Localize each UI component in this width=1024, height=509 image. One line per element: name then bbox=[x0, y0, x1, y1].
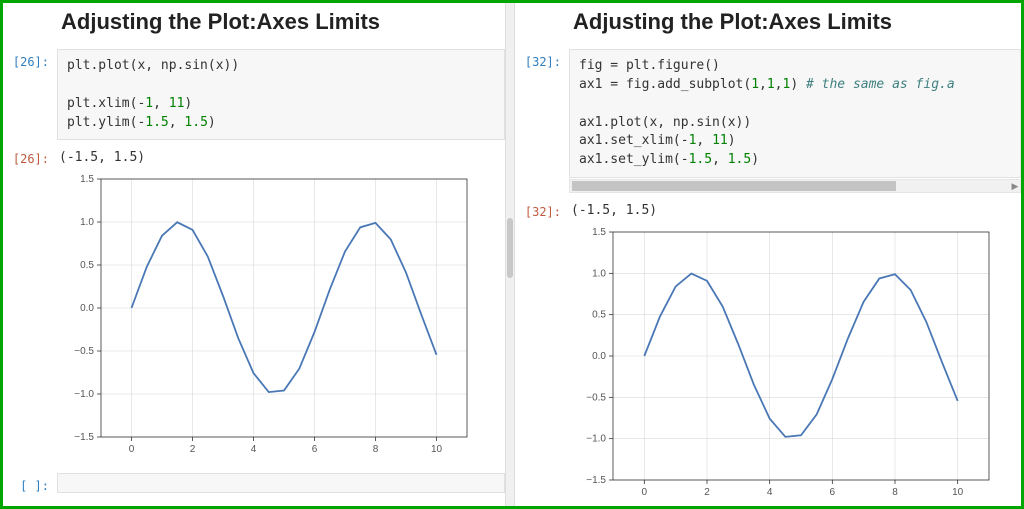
svg-text:4: 4 bbox=[251, 444, 257, 455]
left-plot: 0 2 4 6 8 10 −1.5 −1.0 −0.5 0.0 0.5 1.0 1.5 bbox=[57, 171, 505, 461]
svg-text:8: 8 bbox=[892, 487, 898, 498]
svg-text:−1.0: −1.0 bbox=[74, 389, 94, 400]
svg-text:−1.5: −1.5 bbox=[586, 475, 606, 486]
left-out-prompt: [26]: bbox=[3, 146, 57, 166]
split-divider[interactable] bbox=[505, 3, 515, 506]
svg-text:10: 10 bbox=[431, 444, 443, 455]
svg-text:0.5: 0.5 bbox=[80, 260, 94, 271]
left-output-cell: [26]: (-1.5, 1.5) 0 2 4 6 8 10 −1.5 −1.0 −0.5 0.0… bbox=[3, 146, 505, 467]
right-code-prompt: [32]: bbox=[515, 49, 569, 69]
svg-text:2: 2 bbox=[190, 444, 196, 455]
scroll-thumb[interactable] bbox=[572, 181, 896, 191]
svg-text:1.0: 1.0 bbox=[592, 268, 606, 279]
svg-text:6: 6 bbox=[830, 487, 836, 498]
svg-text:0.5: 0.5 bbox=[592, 310, 606, 321]
left-empty-prompt: [ ]: bbox=[3, 473, 57, 493]
right-out-prompt: [32]: bbox=[515, 199, 569, 219]
right-code-hscrollbar[interactable]: ◀ ▶ bbox=[569, 179, 1021, 193]
right-heading: Adjusting the Plot:Axes Limits bbox=[573, 9, 1021, 35]
svg-text:−0.5: −0.5 bbox=[74, 346, 94, 357]
right-notebook-pane: Adjusting the Plot:Axes Limits [32]: fig… bbox=[515, 3, 1021, 506]
svg-text:−0.5: −0.5 bbox=[586, 392, 606, 403]
left-empty-body[interactable] bbox=[57, 473, 505, 493]
svg-text:10: 10 bbox=[952, 487, 964, 498]
left-empty-cell[interactable]: [ ]: bbox=[3, 473, 505, 493]
svg-text:0.0: 0.0 bbox=[592, 351, 606, 362]
scroll-right-icon[interactable]: ▶ bbox=[1009, 180, 1021, 192]
svg-text:1.5: 1.5 bbox=[592, 227, 606, 238]
svg-text:0: 0 bbox=[129, 444, 135, 455]
svg-text:−1.5: −1.5 bbox=[74, 432, 94, 443]
svg-text:1.5: 1.5 bbox=[80, 174, 94, 185]
left-heading: Adjusting the Plot:Axes Limits bbox=[61, 9, 505, 35]
left-notebook-pane: Adjusting the Plot:Axes Limits [26]: plt… bbox=[3, 3, 505, 506]
svg-text:0: 0 bbox=[642, 487, 648, 498]
svg-text:6: 6 bbox=[312, 444, 318, 455]
svg-text:1.0: 1.0 bbox=[80, 217, 94, 228]
left-code-prompt: [26]: bbox=[3, 49, 57, 69]
right-code-body[interactable]: fig = plt.figure() ax1 = fig.add_subplot… bbox=[569, 49, 1021, 178]
svg-text:2: 2 bbox=[704, 487, 710, 498]
svg-text:8: 8 bbox=[373, 444, 379, 455]
right-code-cell[interactable]: [32]: fig = plt.figure() ax1 = fig.add_s… bbox=[515, 49, 1021, 193]
right-plot: 0 2 4 6 8 10 −1.5 −1.0 −0.5 0.0 0.5 1.0 1.5 bbox=[569, 224, 1021, 504]
right-output-cell: [32]: (-1.5, 1.5) 0 2 4 6 8 10 −1.5 −1.0 −0.5 0.0… bbox=[515, 199, 1021, 506]
svg-text:0.0: 0.0 bbox=[80, 303, 94, 314]
left-code-cell[interactable]: [26]: plt.plot(x, np.sin(x)) plt.xlim(-1… bbox=[3, 49, 505, 140]
svg-text:−1.0: −1.0 bbox=[586, 434, 606, 445]
left-out-text: (-1.5, 1.5) bbox=[57, 146, 505, 169]
right-out-text: (-1.5, 1.5) bbox=[569, 199, 1021, 222]
left-code-body[interactable]: plt.plot(x, np.sin(x)) plt.xlim(-1, 11) … bbox=[57, 49, 505, 140]
svg-text:4: 4 bbox=[767, 487, 773, 498]
